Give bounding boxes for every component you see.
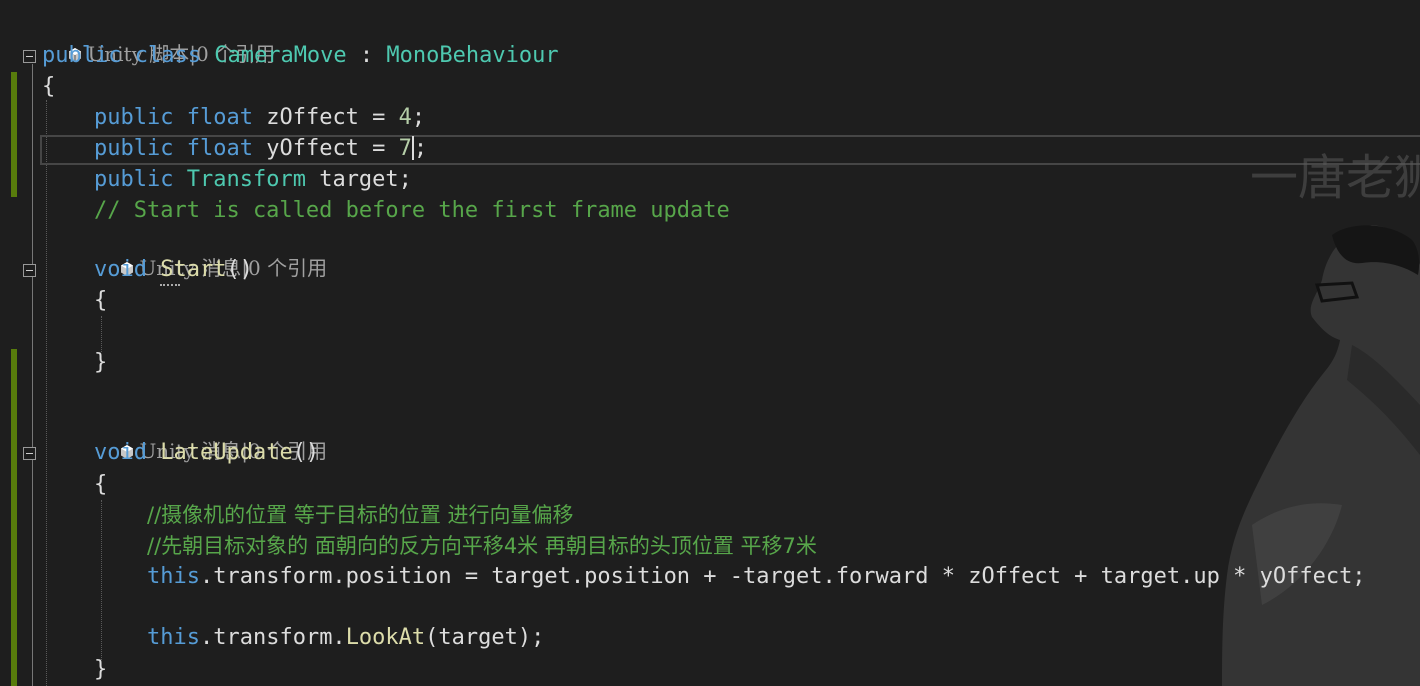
collapse-icon[interactable]: [23, 264, 36, 277]
code-line: this.transform.LookAt(target);: [147, 623, 544, 653]
code-line: public float yOffect = 7;: [94, 134, 427, 164]
watermark-figure: [1222, 225, 1420, 686]
keyword: this: [147, 564, 200, 589]
code-line: public class CameraMove : MonoBehaviour: [42, 41, 559, 71]
identifier: yOffect =: [252, 136, 399, 161]
code-line: {: [94, 470, 107, 500]
type-name: Transform: [186, 167, 306, 192]
number-literal: 7: [398, 136, 412, 161]
keyword: public: [42, 43, 122, 68]
codelens-references[interactable]: Unity 脚本|0 个引用: [42, 15, 275, 66]
keyword: void: [94, 440, 147, 465]
semicolon: ;: [411, 105, 426, 130]
keyword: public: [94, 136, 174, 161]
semicolon: ;: [413, 136, 428, 161]
code-line: {: [42, 72, 55, 102]
identifier: target;: [305, 167, 412, 192]
change-indicator-bar: [11, 72, 17, 197]
code-line: }: [94, 655, 107, 685]
brace: }: [94, 350, 108, 375]
code-line: public float zOffect = 4;: [94, 103, 425, 133]
codelens-references[interactable]: Unity 消息|0 个引用: [94, 412, 327, 463]
keyword: float: [186, 136, 253, 161]
codelens-references[interactable]: Unity 消息|0 个引用: [94, 229, 327, 280]
fold-guide-line: [32, 64, 33, 686]
expression: .transform.position = target.position + …: [199, 564, 1366, 589]
brace: {: [94, 288, 108, 313]
class-name: CameraMove: [214, 43, 347, 68]
identifier: zOffect =: [252, 105, 399, 130]
keyword: class: [134, 43, 201, 68]
base-class-name: MonoBehaviour: [386, 43, 559, 68]
code-line: {: [94, 286, 107, 316]
watermark-text: 一唐老狮: [1250, 150, 1420, 206]
keyword: float: [186, 105, 253, 130]
brace: {: [42, 74, 56, 99]
code-line: this.transform.position = target.positio…: [147, 562, 1366, 592]
code-comment: //摄像机的位置 等于目标的位置 进行向量偏移: [147, 503, 574, 527]
code-editor[interactable]: 一唐老狮 Unity 脚本|0 个引用 public class CameraM…: [0, 0, 1420, 686]
code-comment: //先朝目标对象的 面朝向的反方向平移4米 再朝目标的头顶位置 平移7米: [147, 534, 817, 558]
punctuation: :: [346, 43, 387, 68]
code-comment: // Start is called before the first fram…: [94, 198, 730, 223]
indent-guide: [46, 100, 47, 686]
parentheses: (): [292, 440, 320, 465]
number-literal: 4: [398, 105, 412, 130]
collapse-icon[interactable]: [23, 50, 36, 63]
brace: }: [94, 657, 108, 682]
method-name: LateUpdate: [160, 440, 293, 465]
keyword: public: [94, 167, 174, 192]
arguments: (target);: [425, 625, 545, 650]
code-line: public Transform target;: [94, 165, 412, 195]
collapse-icon[interactable]: [23, 447, 36, 460]
suggestion-dots: [160, 281, 180, 286]
keyword: void: [94, 257, 147, 282]
change-indicator-bar: [11, 349, 17, 686]
parentheses: (): [226, 257, 253, 282]
member-access: .transform.: [199, 625, 346, 650]
brace: {: [94, 472, 108, 497]
keyword: public: [94, 105, 174, 130]
method-name: LookAt: [345, 625, 426, 650]
indent-guide: [101, 316, 102, 352]
code-line: void LateUpdate(): [94, 438, 319, 468]
code-line: }: [94, 348, 107, 378]
method-name: Start: [160, 257, 227, 282]
indent-guide: [101, 500, 102, 660]
keyword: this: [147, 625, 200, 650]
